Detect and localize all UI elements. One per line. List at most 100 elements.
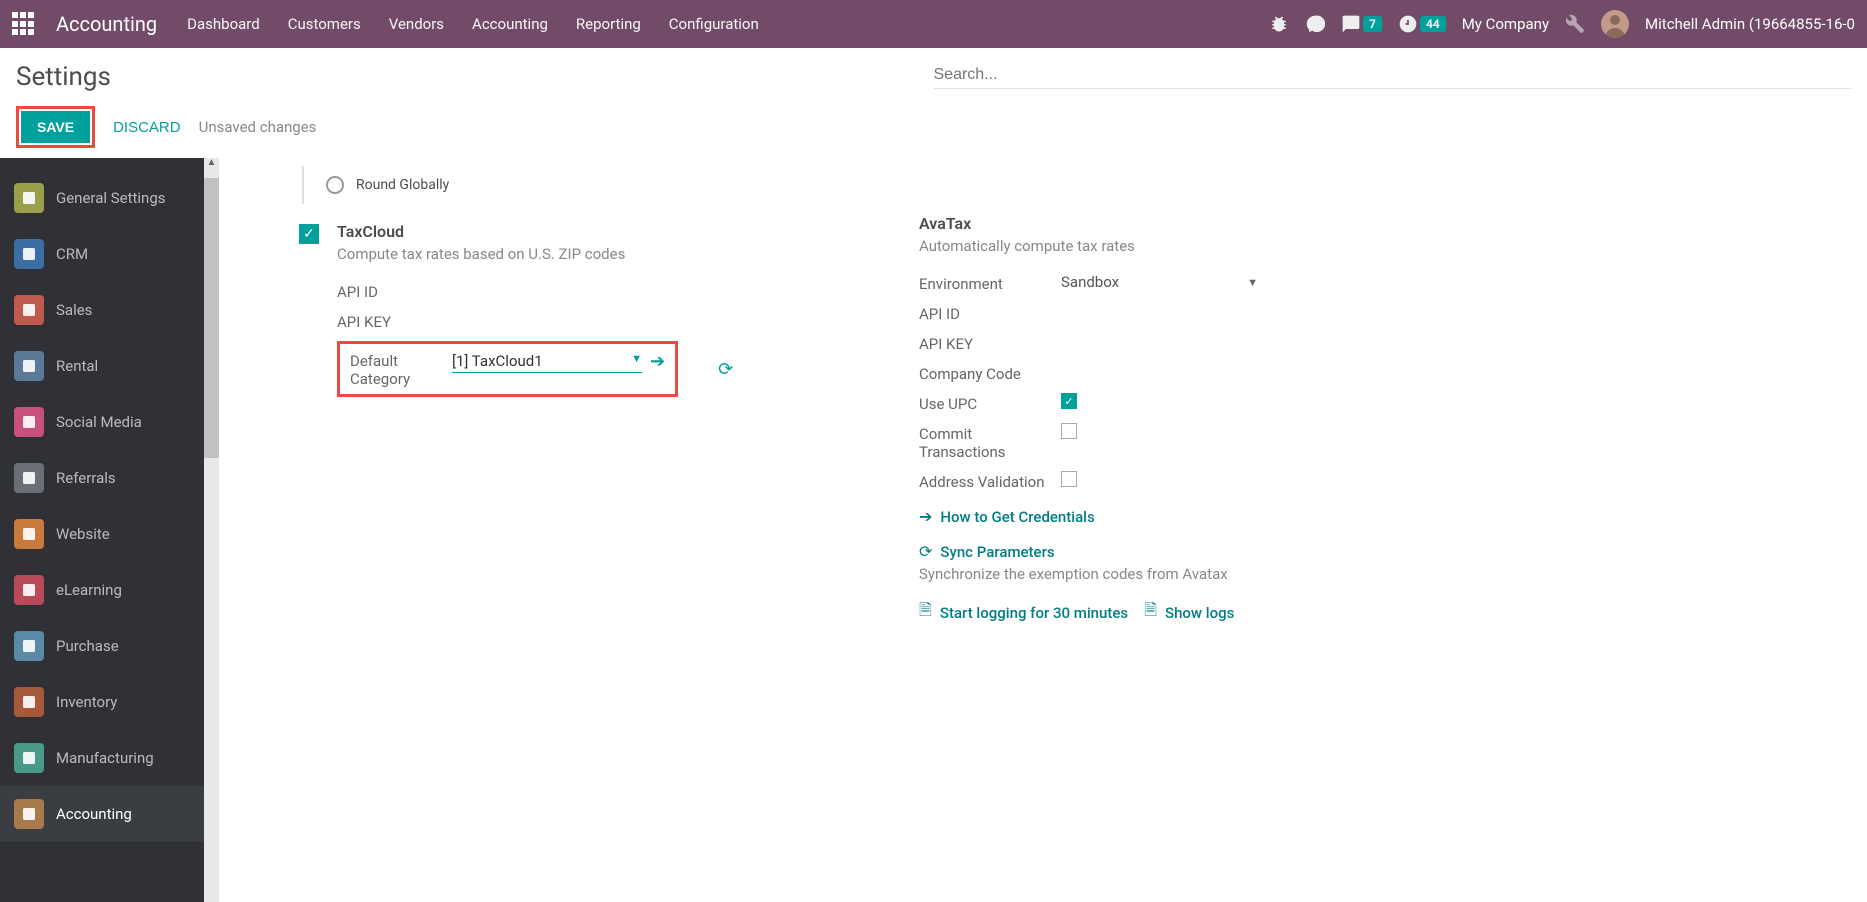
sidebar-item-label: CRM <box>56 245 88 263</box>
user-name[interactable]: Mitchell Admin (19664855-16-0 <box>1645 15 1855 33</box>
sidebar-item-label: Rental <box>56 357 98 375</box>
messages-icon[interactable]: 7 <box>1341 14 1382 34</box>
how-to-link[interactable]: ➔ How to Get Credentials <box>919 507 1479 526</box>
sidebar-item-label: Social Media <box>56 413 142 431</box>
sidebar-icon <box>14 687 44 717</box>
sync-desc: Synchronize the exemption codes from Ava… <box>919 565 1479 583</box>
external-link-icon[interactable]: ➔ <box>650 351 665 372</box>
sidebar-item-label: Accounting <box>56 805 132 823</box>
sidebar-icon <box>14 183 44 213</box>
nav-menu: Dashboard Customers Vendors Accounting R… <box>187 15 1249 33</box>
sidebar-item-crm[interactable]: CRM <box>0 226 219 282</box>
save-button[interactable]: SAVE <box>21 111 90 143</box>
right-column: AvaTax Automatically compute tax rates E… <box>919 158 1479 872</box>
round-globally-radio[interactable] <box>326 176 344 194</box>
sidebar-icon <box>14 743 44 773</box>
sidebar-item-purchase[interactable]: Purchase <box>0 618 219 674</box>
sidebar-icon <box>14 631 44 661</box>
sidebar-icon <box>14 351 44 381</box>
taxcloud-checkbox[interactable]: ✓ <box>299 224 319 244</box>
nav-reporting[interactable]: Reporting <box>576 15 641 33</box>
file-icon: 🗎 <box>919 599 932 626</box>
sidebar-icon <box>14 239 44 269</box>
company-code-label: Company Code <box>919 363 1049 383</box>
sidebar-item-website[interactable]: Website <box>0 506 219 562</box>
sidebar-item-inventory[interactable]: Inventory <box>0 674 219 730</box>
settings-content: Round Globally ✓ TaxCloud Compute tax ra… <box>219 158 1867 902</box>
sidebar-item-label: Website <box>56 525 110 543</box>
save-highlight: SAVE <box>16 106 95 148</box>
default-category-label: Default Category <box>350 350 440 388</box>
arrow-right-icon: ➔ <box>919 507 932 526</box>
sync-params-link[interactable]: ⟳ Sync Parameters <box>919 542 1479 561</box>
sidebar-icon <box>14 519 44 549</box>
taxcloud-desc: Compute tax rates based on U.S. ZIP code… <box>337 245 859 263</box>
sync-icon: ⟳ <box>919 542 932 561</box>
addr-label: Address Validation <box>919 471 1049 491</box>
sidebar-item-general-settings[interactable]: General Settings <box>0 170 219 226</box>
sidebar-item-label: Referrals <box>56 469 116 487</box>
start-logging-link[interactable]: 🗎 Start logging for 30 minutes <box>919 599 1128 626</box>
user-avatar[interactable] <box>1601 10 1629 38</box>
sidebar-item-sales[interactable]: Sales <box>0 282 219 338</box>
discard-button[interactable]: DISCARD <box>113 119 181 136</box>
sidebar-item-social-media[interactable]: Social Media <box>0 394 219 450</box>
activities-badge: 44 <box>1420 16 1446 32</box>
commit-label: Commit Transactions <box>919 423 1049 461</box>
taxcloud-apikey-label: API KEY <box>337 311 457 331</box>
sidebar-item-label: Manufacturing <box>56 749 154 767</box>
nav-customers[interactable]: Customers <box>288 15 361 33</box>
use-upc-checkbox[interactable]: ✓ <box>1061 393 1077 409</box>
app-name[interactable]: Accounting <box>56 12 157 36</box>
nav-dashboard[interactable]: Dashboard <box>187 15 260 33</box>
show-logs-link[interactable]: 🗎 Show logs <box>1144 599 1234 626</box>
sidebar-item-label: Purchase <box>56 637 119 655</box>
env-value: Sandbox <box>1061 273 1119 291</box>
activities-icon[interactable]: 44 <box>1398 14 1446 34</box>
sidebar-icon <box>14 575 44 605</box>
search-input[interactable] <box>934 66 1852 84</box>
file-icon: 🗎 <box>1144 599 1157 626</box>
avatax-section: AvaTax Automatically compute tax rates E… <box>919 214 1479 626</box>
avatax-apikey-label: API KEY <box>919 333 1049 353</box>
sidebar-item-label: Sales <box>56 301 92 319</box>
company-switcher[interactable]: My Company <box>1462 15 1549 33</box>
nav-right: 7 44 My Company Mitchell Admin (19664855… <box>1269 10 1855 38</box>
env-select[interactable]: Sandbox ▼ <box>1061 273 1258 291</box>
refresh-icon[interactable]: ⟳ <box>718 359 733 380</box>
addr-checkbox[interactable] <box>1061 471 1077 487</box>
search-wrap <box>934 66 1852 89</box>
messages-badge: 7 <box>1363 16 1382 32</box>
sidebar-item-label: Inventory <box>56 693 117 711</box>
sidebar-icon <box>14 407 44 437</box>
main-area: General Settings CRM Sales Rental Social Med… <box>0 158 1867 902</box>
nav-configuration[interactable]: Configuration <box>669 15 759 33</box>
bug-icon[interactable] <box>1269 14 1289 34</box>
sidebar-item-label: eLearning <box>56 581 122 599</box>
sidebar-scrollbar[interactable]: ▲ <box>204 158 219 902</box>
sidebar-icon <box>14 295 44 325</box>
page-title: Settings <box>16 62 934 92</box>
apps-icon[interactable] <box>12 12 36 36</box>
sidebar-icon <box>14 799 44 829</box>
sidebar-item-referrals[interactable]: Referrals <box>0 450 219 506</box>
unsaved-indicator: Unsaved changes <box>199 118 317 136</box>
nav-vendors[interactable]: Vendors <box>389 15 444 33</box>
default-category-value: [1] TaxCloud1 <box>452 352 543 370</box>
sidebar-item-rental[interactable]: Rental <box>0 338 219 394</box>
default-category-select[interactable]: [1] TaxCloud1 ▼ <box>452 350 642 373</box>
commit-checkbox[interactable] <box>1061 423 1077 439</box>
sidebar-item-label: General Settings <box>56 189 166 207</box>
tools-icon[interactable] <box>1565 14 1585 34</box>
round-globally-label: Round Globally <box>356 177 449 193</box>
support-icon[interactable] <box>1305 14 1325 34</box>
sidebar-item-manufacturing[interactable]: Manufacturing <box>0 730 219 786</box>
avatax-title: AvaTax <box>919 214 1479 233</box>
avatax-apiid-label: API ID <box>919 303 1049 323</box>
sidebar-item-accounting[interactable]: Accounting <box>0 786 219 842</box>
default-category-highlight: Default Category [1] TaxCloud1 ▼ ➔ <box>337 341 678 397</box>
sidebar-item-elearning[interactable]: eLearning <box>0 562 219 618</box>
nav-accounting[interactable]: Accounting <box>472 15 548 33</box>
top-nav: Accounting Dashboard Customers Vendors A… <box>0 0 1867 48</box>
action-bar: SAVE DISCARD Unsaved changes <box>0 92 1867 158</box>
